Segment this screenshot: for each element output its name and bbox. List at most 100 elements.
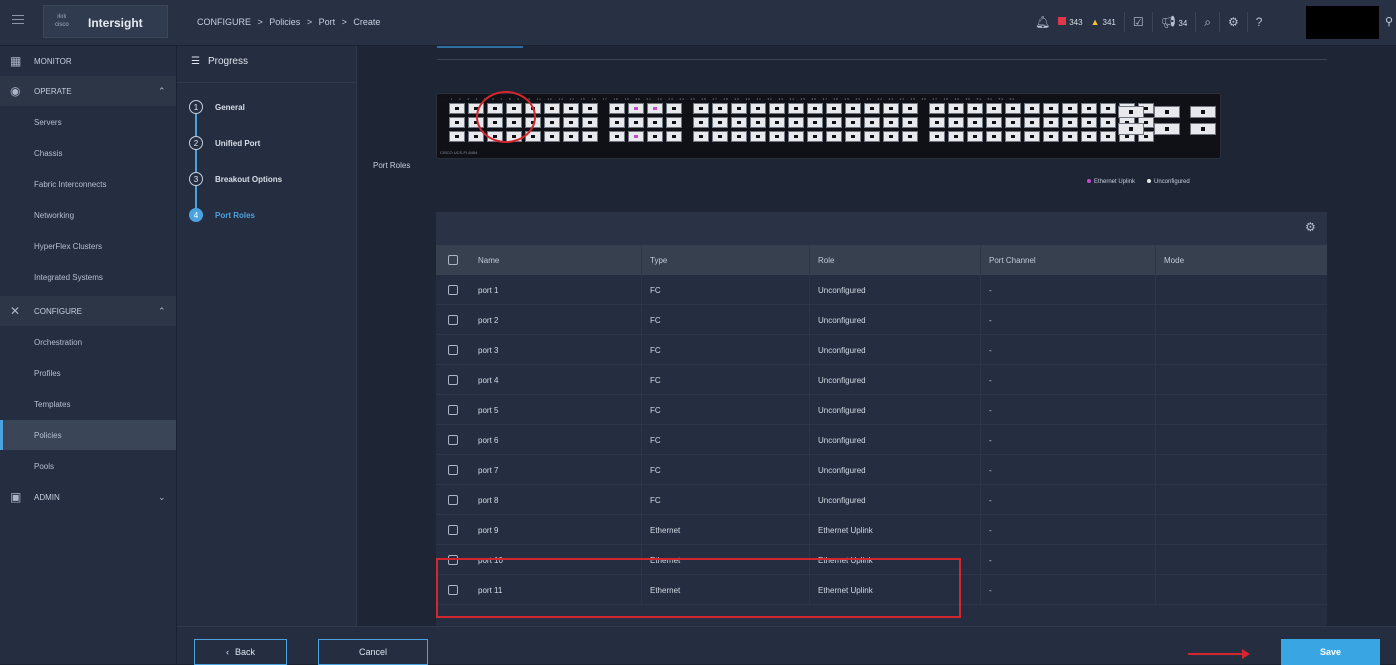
- step-breakout-options[interactable]: 3 Breakout Options: [189, 172, 282, 186]
- sidebar-item-configure[interactable]: ✕ CONFIGURE ⌃: [0, 296, 176, 326]
- switch-port[interactable]: [845, 131, 861, 142]
- table-row[interactable]: port 7 FC Unconfigured -: [436, 455, 1327, 485]
- switch-port[interactable]: [628, 131, 644, 142]
- switch-port[interactable]: [769, 131, 785, 142]
- sidebar-item-integrated-systems[interactable]: Integrated Systems: [0, 262, 176, 292]
- switch-port[interactable]: [609, 131, 625, 142]
- switch-port[interactable]: [609, 117, 625, 128]
- table-row[interactable]: port 8 FC Unconfigured -: [436, 485, 1327, 515]
- step-general[interactable]: 1 General: [189, 100, 245, 114]
- switch-port[interactable]: [1100, 131, 1116, 142]
- switch-port[interactable]: [582, 117, 598, 128]
- switch-port[interactable]: [826, 131, 842, 142]
- switch-uplink-port[interactable]: [1154, 106, 1180, 118]
- switch-port[interactable]: [1062, 131, 1078, 142]
- switch-port[interactable]: [948, 117, 964, 128]
- switch-port[interactable]: [788, 103, 804, 114]
- switch-port[interactable]: [693, 103, 709, 114]
- crumb-configure[interactable]: CONFIGURE: [197, 17, 251, 27]
- sidebar-item-networking[interactable]: Networking: [0, 200, 176, 230]
- switch-port[interactable]: [864, 117, 880, 128]
- switch-port[interactable]: [1081, 117, 1097, 128]
- switch-port[interactable]: [1081, 103, 1097, 114]
- switch-uplink-port[interactable]: [1118, 123, 1144, 135]
- crumb-policies[interactable]: Policies: [269, 17, 300, 27]
- switch-port[interactable]: [1043, 131, 1059, 142]
- switch-port[interactable]: [929, 131, 945, 142]
- gear-icon[interactable]: ⚙: [1228, 15, 1239, 29]
- bell-icon[interactable]: 🔔︎: [1035, 15, 1050, 29]
- step-unified-port[interactable]: 2 Unified Port: [189, 136, 260, 150]
- sidebar-item-operate[interactable]: ◉ OPERATE ⌃: [0, 76, 176, 106]
- switch-port[interactable]: [563, 103, 579, 114]
- switch-port[interactable]: [986, 103, 1002, 114]
- switch-port[interactable]: [883, 103, 899, 114]
- switch-port[interactable]: [788, 117, 804, 128]
- sidebar-item-monitor[interactable]: ▦ MONITOR: [0, 46, 176, 76]
- row-checkbox[interactable]: [448, 465, 458, 475]
- switch-port[interactable]: [948, 103, 964, 114]
- switch-port[interactable]: [929, 117, 945, 128]
- column-header-mode[interactable]: Mode: [1155, 245, 1327, 275]
- switch-port[interactable]: [544, 117, 560, 128]
- switch-port[interactable]: [845, 117, 861, 128]
- switch-port[interactable]: [750, 131, 766, 142]
- switch-port[interactable]: [883, 131, 899, 142]
- sidebar-item-templates[interactable]: Templates: [0, 389, 176, 419]
- switch-port[interactable]: [1024, 131, 1040, 142]
- switch-port[interactable]: [544, 103, 560, 114]
- switch-port[interactable]: [628, 103, 644, 114]
- row-checkbox[interactable]: [448, 375, 458, 385]
- switch-port[interactable]: [647, 103, 663, 114]
- sidebar-item-pools[interactable]: Pools: [0, 451, 176, 481]
- sidebar-item-fabric-interconnects[interactable]: Fabric Interconnects: [0, 169, 176, 199]
- switch-port[interactable]: [449, 131, 465, 142]
- menu-icon[interactable]: [12, 15, 24, 27]
- row-checkbox[interactable]: [448, 315, 458, 325]
- table-row[interactable]: port 6 FC Unconfigured -: [436, 425, 1327, 455]
- switch-port[interactable]: [750, 117, 766, 128]
- tasks-icon[interactable]: ☑: [1133, 15, 1144, 29]
- switch-port[interactable]: [967, 103, 983, 114]
- table-row[interactable]: port 3 FC Unconfigured -: [436, 335, 1327, 365]
- table-row[interactable]: port 5 FC Unconfigured -: [436, 395, 1327, 425]
- sidebar-item-policies[interactable]: Policies: [0, 420, 176, 450]
- sidebar-item-orchestration[interactable]: Orchestration: [0, 327, 176, 357]
- switch-port[interactable]: [712, 117, 728, 128]
- switch-port[interactable]: [807, 117, 823, 128]
- cancel-button[interactable]: Cancel: [318, 639, 428, 665]
- switch-port[interactable]: [1043, 117, 1059, 128]
- column-header-type[interactable]: Type: [641, 245, 809, 275]
- step-port-roles[interactable]: 4 Port Roles: [189, 208, 255, 222]
- column-header-port-channel[interactable]: Port Channel: [980, 245, 1155, 275]
- switch-port[interactable]: [666, 117, 682, 128]
- switch-uplink-port[interactable]: [1154, 123, 1180, 135]
- row-checkbox[interactable]: [448, 525, 458, 535]
- row-checkbox[interactable]: [448, 495, 458, 505]
- switch-port[interactable]: [883, 117, 899, 128]
- switch-port[interactable]: [807, 131, 823, 142]
- switch-port[interactable]: [693, 117, 709, 128]
- table-row[interactable]: port 1 FC Unconfigured -: [436, 275, 1327, 305]
- column-header-name[interactable]: Name: [470, 245, 641, 275]
- switch-port[interactable]: [1062, 117, 1078, 128]
- crumb-port[interactable]: Port: [319, 17, 336, 27]
- switch-port[interactable]: [750, 103, 766, 114]
- switch-port[interactable]: [986, 117, 1002, 128]
- switch-port[interactable]: [628, 117, 644, 128]
- switch-port[interactable]: [864, 131, 880, 142]
- switch-port[interactable]: [693, 131, 709, 142]
- switch-port[interactable]: [1100, 117, 1116, 128]
- table-row[interactable]: port 2 FC Unconfigured -: [436, 305, 1327, 335]
- switch-port[interactable]: [563, 117, 579, 128]
- settings-icon[interactable]: ⚙: [1305, 220, 1316, 234]
- column-header-role[interactable]: Role: [809, 245, 980, 275]
- switch-uplink-port[interactable]: [1118, 106, 1144, 118]
- row-checkbox[interactable]: [448, 345, 458, 355]
- brand[interactable]: ılıılı cisco Intersight: [43, 5, 168, 38]
- switch-port[interactable]: [929, 103, 945, 114]
- switch-port[interactable]: [582, 131, 598, 142]
- sidebar-item-hyperflex-clusters[interactable]: HyperFlex Clusters: [0, 231, 176, 261]
- switch-port[interactable]: [712, 131, 728, 142]
- switch-uplink-port[interactable]: [1190, 106, 1216, 118]
